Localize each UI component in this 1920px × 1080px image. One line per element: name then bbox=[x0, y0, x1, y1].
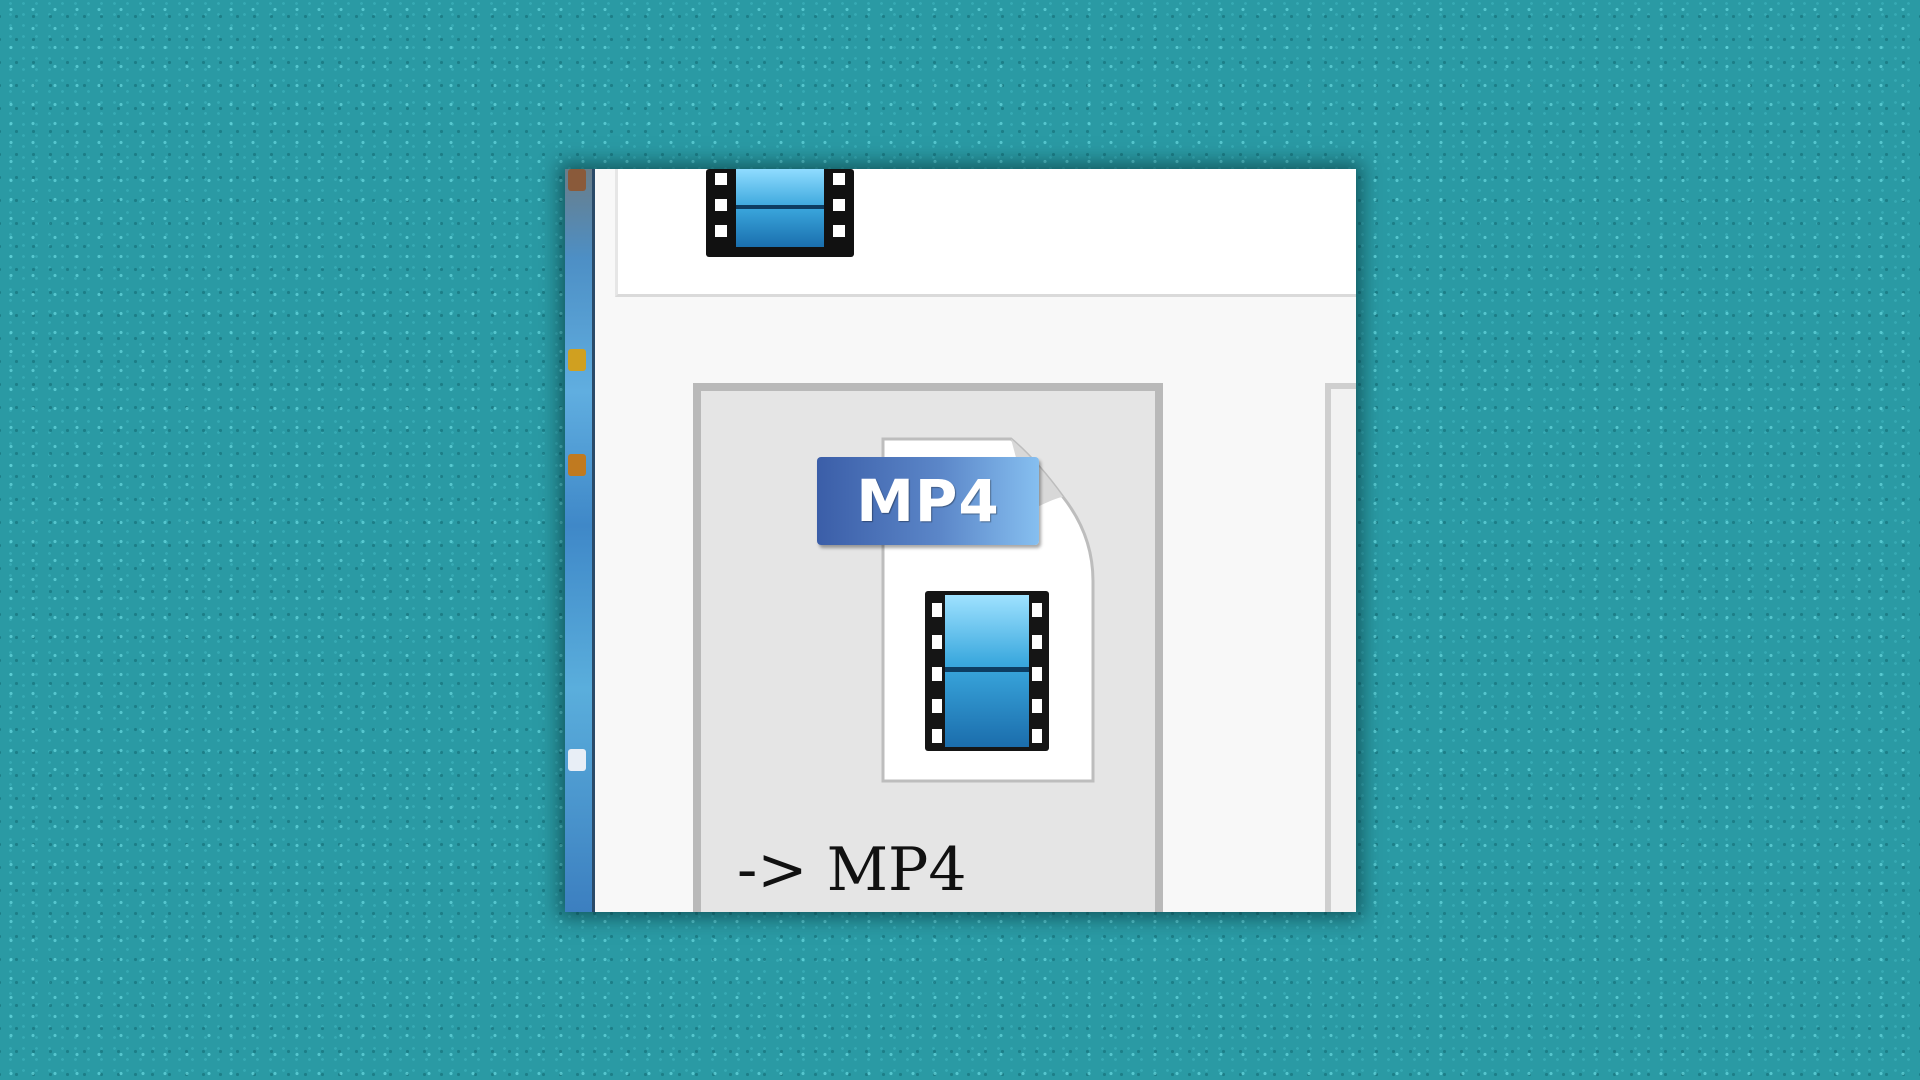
format-option-mp4[interactable]: MP4 -> MP4 bbox=[693, 383, 1163, 912]
film-strip-icon bbox=[706, 169, 854, 257]
preview-panel bbox=[615, 169, 1356, 297]
app-icon-fragment bbox=[568, 349, 586, 371]
taskbar-strip bbox=[565, 169, 595, 912]
zoomed-screenshot: MP4 -> MP4 bbox=[565, 169, 1356, 912]
app-icon-fragment bbox=[568, 169, 586, 191]
next-format-option[interactable] bbox=[1325, 383, 1356, 912]
format-option-label: -> MP4 bbox=[737, 835, 967, 905]
app-icon-fragment bbox=[568, 454, 586, 476]
format-badge: MP4 bbox=[817, 457, 1039, 545]
app-icon-fragment bbox=[568, 749, 586, 771]
